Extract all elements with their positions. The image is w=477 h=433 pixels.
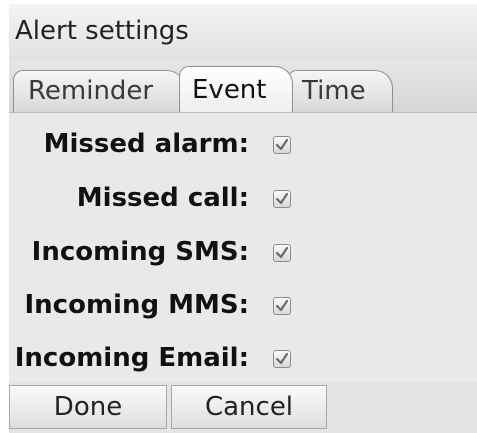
missed-call-label: Missed call: xyxy=(76,183,249,213)
checkmark-icon xyxy=(275,246,289,259)
incoming-mms-checkbox[interactable] xyxy=(273,297,291,315)
checkmark-icon xyxy=(275,352,289,365)
setting-row-incoming-email: Incoming Email: xyxy=(9,335,477,383)
cancel-button[interactable]: Cancel xyxy=(171,385,327,429)
tab-reminder[interactable]: Reminder xyxy=(13,70,185,112)
setting-row-incoming-mms: Incoming MMS: xyxy=(9,282,477,330)
checkmark-icon xyxy=(275,138,289,151)
setting-row-missed-call: Missed call: xyxy=(9,175,477,223)
incoming-mms-label: Incoming MMS: xyxy=(24,290,249,320)
event-settings-panel: Missed alarm: Missed call: Incoming SMS: xyxy=(9,112,477,383)
incoming-email-checkbox[interactable] xyxy=(273,350,291,368)
incoming-sms-label: Incoming SMS: xyxy=(31,237,249,267)
window-title: Alert settings xyxy=(15,16,189,46)
softkey-bar: Done Cancel xyxy=(9,382,477,433)
title-bar: Alert settings xyxy=(9,4,477,60)
missed-alarm-label: Missed alarm: xyxy=(43,129,249,159)
incoming-email-label: Incoming Email: xyxy=(14,343,249,373)
done-button[interactable]: Done xyxy=(9,385,167,429)
checkmark-icon xyxy=(275,299,289,312)
tab-event[interactable]: Event xyxy=(179,66,293,112)
checkmark-icon xyxy=(275,192,289,205)
tab-time[interactable]: Time xyxy=(287,70,393,112)
alert-settings-window: Alert settings Reminder Time Event Misse… xyxy=(9,4,477,433)
missed-call-checkbox[interactable] xyxy=(273,190,291,208)
incoming-sms-checkbox[interactable] xyxy=(273,244,291,262)
setting-row-incoming-sms: Incoming SMS: xyxy=(9,229,477,277)
tab-strip: Reminder Time Event xyxy=(9,60,477,112)
missed-alarm-checkbox[interactable] xyxy=(273,136,291,154)
setting-row-missed-alarm: Missed alarm: xyxy=(9,121,477,169)
